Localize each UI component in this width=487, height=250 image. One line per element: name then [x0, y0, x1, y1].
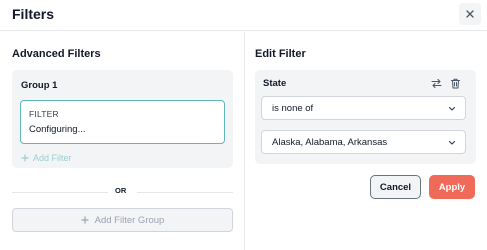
swap-icon — [430, 78, 442, 88]
field-label: State — [263, 78, 287, 89]
chevron-down-icon — [448, 106, 456, 111]
operator-select[interactable]: is none of — [261, 96, 466, 120]
close-icon — [466, 10, 474, 18]
filter-card[interactable]: FILTER Configuring... — [20, 100, 225, 144]
add-filter-group-label: Add Filter Group — [94, 214, 165, 226]
advanced-filters-title: Advanced Filters — [12, 48, 101, 60]
filter-group: Group 1 FILTER Configuring... Add Filter — [12, 70, 233, 168]
or-line-right — [137, 192, 233, 193]
or-label: OR — [115, 186, 127, 195]
close-button[interactable] — [459, 3, 481, 25]
delete-filter-button[interactable] — [448, 76, 462, 90]
operator-select-value: is none of — [272, 103, 314, 114]
or-divider: OR — [12, 186, 233, 198]
values-select[interactable]: Alaska, Alabama, Arkansas — [261, 130, 466, 154]
apply-button[interactable]: Apply — [429, 175, 475, 199]
swap-button[interactable] — [429, 76, 443, 90]
or-line-left — [12, 192, 108, 193]
edit-filter-panel: Edit Filter State is none of Alaska, Ala… — [244, 32, 487, 250]
plus-icon — [81, 216, 89, 224]
dialog-header: Filters — [0, 0, 487, 31]
filter-card-label: FILTER — [29, 109, 59, 119]
filter-card-status: Configuring... — [29, 124, 86, 135]
plus-icon — [21, 154, 29, 162]
add-filter-group-button[interactable]: Add Filter Group — [12, 208, 233, 232]
trash-icon — [450, 78, 460, 88]
edit-filter-title: Edit Filter — [255, 48, 306, 60]
add-filter-button[interactable]: Add Filter — [21, 153, 72, 163]
edit-filter-box: State is none of Alaska, Alabama, Arkans… — [255, 70, 476, 164]
group-title: Group 1 — [21, 80, 58, 91]
chevron-down-icon — [448, 140, 456, 145]
cancel-button[interactable]: Cancel — [370, 175, 421, 199]
add-filter-label: Add Filter — [33, 153, 72, 163]
values-select-value: Alaska, Alabama, Arkansas — [272, 137, 388, 148]
dialog-title: Filters — [12, 6, 55, 22]
advanced-filters-panel: Advanced Filters Group 1 FILTER Configur… — [0, 32, 244, 250]
